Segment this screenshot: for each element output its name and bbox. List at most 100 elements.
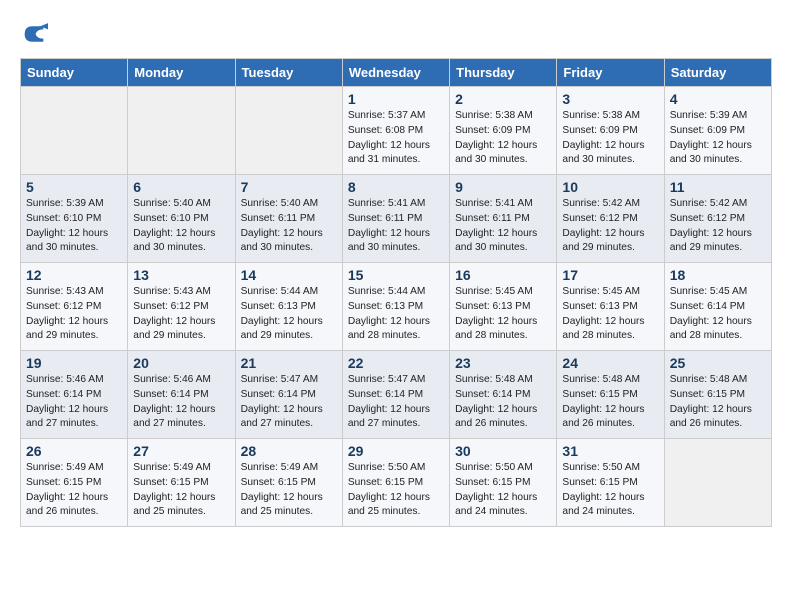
day-info: Sunrise: 5:47 AM Sunset: 6:14 PM Dayligh… [241, 373, 337, 432]
day-cell: 18 Sunrise: 5:45 AM Sunset: 6:14 PM Dayli… [664, 263, 771, 351]
day-info: Sunrise: 5:42 AM Sunset: 6:12 PM Dayligh… [670, 197, 766, 256]
day-cell: 8 Sunrise: 5:41 AM Sunset: 6:11 PM Daylig… [342, 175, 449, 263]
logo-icon [20, 20, 48, 48]
day-cell: 26 Sunrise: 5:49 AM Sunset: 6:15 PM Dayli… [21, 439, 128, 527]
day-info: Sunrise: 5:48 AM Sunset: 6:14 PM Dayligh… [455, 373, 551, 432]
day-info: Sunrise: 5:49 AM Sunset: 6:15 PM Dayligh… [26, 461, 122, 520]
col-header-monday: Monday [128, 59, 235, 87]
day-info: Sunrise: 5:40 AM Sunset: 6:11 PM Dayligh… [241, 197, 337, 256]
day-cell [235, 87, 342, 175]
day-cell: 14 Sunrise: 5:44 AM Sunset: 6:13 PM Dayli… [235, 263, 342, 351]
day-number: 22 [348, 355, 444, 371]
day-info: Sunrise: 5:48 AM Sunset: 6:15 PM Dayligh… [562, 373, 658, 432]
day-info: Sunrise: 5:50 AM Sunset: 6:15 PM Dayligh… [348, 461, 444, 520]
week-row-1: 1 Sunrise: 5:37 AM Sunset: 6:08 PM Daylig… [21, 87, 772, 175]
day-cell: 20Sunrise: 5:46 AM Sunset: 6:14 PM Dayli… [128, 351, 235, 439]
day-cell: 1 Sunrise: 5:37 AM Sunset: 6:08 PM Daylig… [342, 87, 449, 175]
day-number: 25 [670, 355, 766, 371]
day-number: 29 [348, 443, 444, 459]
day-info: Sunrise: 5:46 AM Sunset: 6:14 PM Dayligh… [133, 373, 229, 432]
day-number: 17 [562, 267, 658, 283]
day-cell [128, 87, 235, 175]
day-cell: 28 Sunrise: 5:49 AM Sunset: 6:15 PM Dayli… [235, 439, 342, 527]
calendar-table: SundayMondayTuesdayWednesdayThursdayFrid… [20, 58, 772, 527]
day-cell: 30 Sunrise: 5:50 AM Sunset: 6:15 PM Dayli… [450, 439, 557, 527]
day-cell: 24 Sunrise: 5:48 AM Sunset: 6:15 PM Dayli… [557, 351, 664, 439]
col-header-wednesday: Wednesday [342, 59, 449, 87]
day-cell: 25 Sunrise: 5:48 AM Sunset: 6:15 PM Dayli… [664, 351, 771, 439]
logo [20, 20, 53, 48]
day-number: 28 [241, 443, 337, 459]
day-cell: 5 Sunrise: 5:39 AM Sunset: 6:10 PM Daylig… [21, 175, 128, 263]
calendar-header [20, 20, 772, 48]
col-header-friday: Friday [557, 59, 664, 87]
day-info: Sunrise: 5:43 AM Sunset: 6:12 PM Dayligh… [26, 285, 122, 344]
day-cell [664, 439, 771, 527]
day-number: 11 [670, 179, 766, 195]
week-row-5: 26 Sunrise: 5:49 AM Sunset: 6:15 PM Dayli… [21, 439, 772, 527]
day-info: Sunrise: 5:44 AM Sunset: 6:13 PM Dayligh… [241, 285, 337, 344]
day-cell: 3 Sunrise: 5:38 AM Sunset: 6:09 PM Daylig… [557, 87, 664, 175]
day-number: 7 [241, 179, 337, 195]
day-number: 21 [241, 355, 337, 371]
day-cell: 23 Sunrise: 5:48 AM Sunset: 6:14 PM Dayli… [450, 351, 557, 439]
day-number: 16 [455, 267, 551, 283]
day-number: 19 [26, 355, 122, 371]
day-cell: 4 Sunrise: 5:39 AM Sunset: 6:09 PM Daylig… [664, 87, 771, 175]
day-info: Sunrise: 5:39 AM Sunset: 6:09 PM Dayligh… [670, 109, 766, 168]
day-number: 10 [562, 179, 658, 195]
day-info: Sunrise: 5:44 AM Sunset: 6:13 PM Dayligh… [348, 285, 444, 344]
day-number: 26 [26, 443, 122, 459]
day-cell: 9Sunrise: 5:41 AM Sunset: 6:11 PM Daylig… [450, 175, 557, 263]
day-info: Sunrise: 5:41 AM Sunset: 6:11 PM Dayligh… [348, 197, 444, 256]
day-info: Sunrise: 5:46 AM Sunset: 6:14 PM Dayligh… [26, 373, 122, 432]
day-info: Sunrise: 5:42 AM Sunset: 6:12 PM Dayligh… [562, 197, 658, 256]
day-number: 24 [562, 355, 658, 371]
week-row-3: 12Sunrise: 5:43 AM Sunset: 6:12 PM Dayli… [21, 263, 772, 351]
day-info: Sunrise: 5:41 AM Sunset: 6:11 PM Dayligh… [455, 197, 551, 256]
day-cell: 22 Sunrise: 5:47 AM Sunset: 6:14 PM Dayli… [342, 351, 449, 439]
day-cell: 2Sunrise: 5:38 AM Sunset: 6:09 PM Daylig… [450, 87, 557, 175]
col-header-sunday: Sunday [21, 59, 128, 87]
day-number: 18 [670, 267, 766, 283]
day-cell: 29 Sunrise: 5:50 AM Sunset: 6:15 PM Dayli… [342, 439, 449, 527]
day-info: Sunrise: 5:50 AM Sunset: 6:15 PM Dayligh… [455, 461, 551, 520]
week-row-2: 5 Sunrise: 5:39 AM Sunset: 6:10 PM Daylig… [21, 175, 772, 263]
day-cell: 27Sunrise: 5:49 AM Sunset: 6:15 PM Dayli… [128, 439, 235, 527]
day-cell: 16 Sunrise: 5:45 AM Sunset: 6:13 PM Dayli… [450, 263, 557, 351]
day-cell: 17 Sunrise: 5:45 AM Sunset: 6:13 PM Dayli… [557, 263, 664, 351]
day-info: Sunrise: 5:45 AM Sunset: 6:14 PM Dayligh… [670, 285, 766, 344]
day-number: 14 [241, 267, 337, 283]
day-info: Sunrise: 5:49 AM Sunset: 6:15 PM Dayligh… [241, 461, 337, 520]
day-cell: 31 Sunrise: 5:50 AM Sunset: 6:15 PM Dayli… [557, 439, 664, 527]
day-number: 31 [562, 443, 658, 459]
day-number: 23 [455, 355, 551, 371]
day-info: Sunrise: 5:43 AM Sunset: 6:12 PM Dayligh… [133, 285, 229, 344]
day-number: 4 [670, 91, 766, 107]
day-info: Sunrise: 5:38 AM Sunset: 6:09 PM Dayligh… [562, 109, 658, 168]
day-info: Sunrise: 5:50 AM Sunset: 6:15 PM Dayligh… [562, 461, 658, 520]
day-number: 15 [348, 267, 444, 283]
day-info: Sunrise: 5:48 AM Sunset: 6:15 PM Dayligh… [670, 373, 766, 432]
day-number: 30 [455, 443, 551, 459]
day-number: 6 [133, 179, 229, 195]
day-cell: 6Sunrise: 5:40 AM Sunset: 6:10 PM Daylig… [128, 175, 235, 263]
day-cell: 7 Sunrise: 5:40 AM Sunset: 6:11 PM Daylig… [235, 175, 342, 263]
day-cell [21, 87, 128, 175]
day-info: Sunrise: 5:37 AM Sunset: 6:08 PM Dayligh… [348, 109, 444, 168]
col-header-thursday: Thursday [450, 59, 557, 87]
day-number: 1 [348, 91, 444, 107]
day-number: 5 [26, 179, 122, 195]
day-number: 3 [562, 91, 658, 107]
day-info: Sunrise: 5:45 AM Sunset: 6:13 PM Dayligh… [562, 285, 658, 344]
day-info: Sunrise: 5:47 AM Sunset: 6:14 PM Dayligh… [348, 373, 444, 432]
day-cell: 19 Sunrise: 5:46 AM Sunset: 6:14 PM Dayli… [21, 351, 128, 439]
week-row-4: 19 Sunrise: 5:46 AM Sunset: 6:14 PM Dayli… [21, 351, 772, 439]
day-info: Sunrise: 5:39 AM Sunset: 6:10 PM Dayligh… [26, 197, 122, 256]
day-info: Sunrise: 5:45 AM Sunset: 6:13 PM Dayligh… [455, 285, 551, 344]
day-cell: 11 Sunrise: 5:42 AM Sunset: 6:12 PM Dayli… [664, 175, 771, 263]
day-number: 8 [348, 179, 444, 195]
day-info: Sunrise: 5:49 AM Sunset: 6:15 PM Dayligh… [133, 461, 229, 520]
day-number: 13 [133, 267, 229, 283]
day-cell: 15 Sunrise: 5:44 AM Sunset: 6:13 PM Dayli… [342, 263, 449, 351]
